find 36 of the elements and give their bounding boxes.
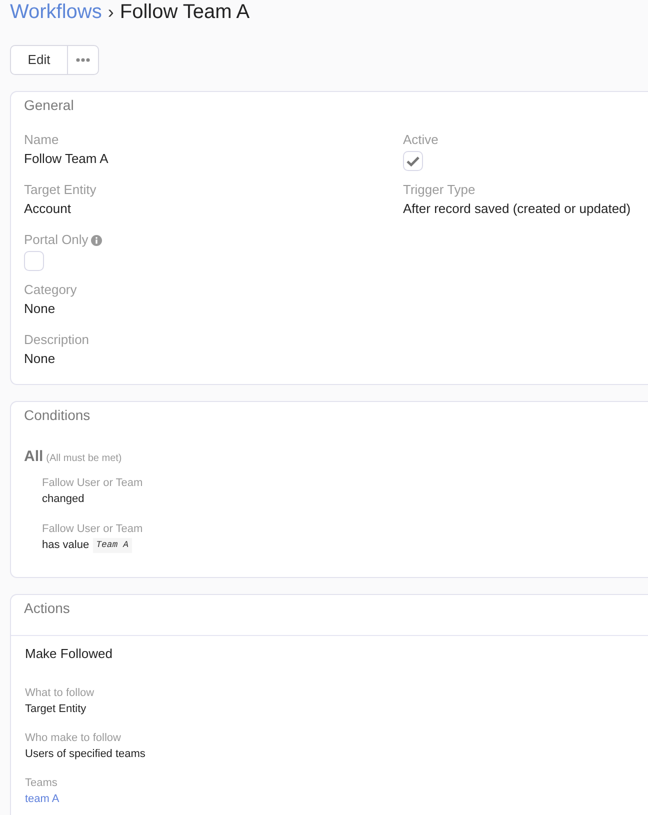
field-label: Description — [24, 331, 90, 349]
breadcrumb-separator: › — [108, 2, 114, 22]
field-label: Active — [403, 131, 438, 149]
condition-comparison: changed — [42, 492, 84, 507]
team-link[interactable]: team A — [25, 791, 60, 807]
field-value: Follow Team A — [24, 150, 108, 168]
panel-title: General — [23, 96, 75, 115]
field-label: Category — [24, 281, 77, 299]
condition-operator: All — [24, 447, 44, 467]
check-icon — [406, 156, 420, 166]
field-value: None — [24, 300, 56, 318]
action-title: Make Followed — [25, 645, 112, 663]
edit-button[interactable]: Edit — [10, 45, 68, 75]
panel-title: Conditions — [23, 406, 92, 425]
field-value: None — [24, 350, 56, 368]
field-label: Target Entity — [24, 181, 96, 199]
condition-note: (All must be met) — [46, 452, 122, 466]
condition-comparison: has value — [42, 538, 90, 553]
panel-title: Actions — [11, 595, 648, 636]
field-label: Trigger Type — [403, 181, 476, 199]
condition-value: Team A — [93, 538, 132, 552]
field-label: Portal Only — [24, 231, 88, 249]
breadcrumb-link[interactable]: Workflows — [10, 1, 102, 23]
field-label: Name — [24, 131, 59, 149]
field-label: Teams — [25, 776, 58, 791]
page-title: Follow Team A — [120, 1, 250, 23]
field-label: Who make to follow — [25, 731, 121, 746]
more-button[interactable] — [68, 45, 99, 75]
field-value: Account — [24, 200, 71, 218]
field-value: After record saved (created or updated) — [403, 200, 631, 218]
field-value: Users of specified teams — [25, 747, 146, 762]
more-icon — [76, 58, 90, 62]
condition-field: Fallow User or Team — [42, 521, 143, 537]
condition-field: Fallow User or Team — [42, 475, 143, 491]
field-label: What to follow — [25, 686, 94, 701]
field-value: Target Entity — [25, 702, 86, 717]
